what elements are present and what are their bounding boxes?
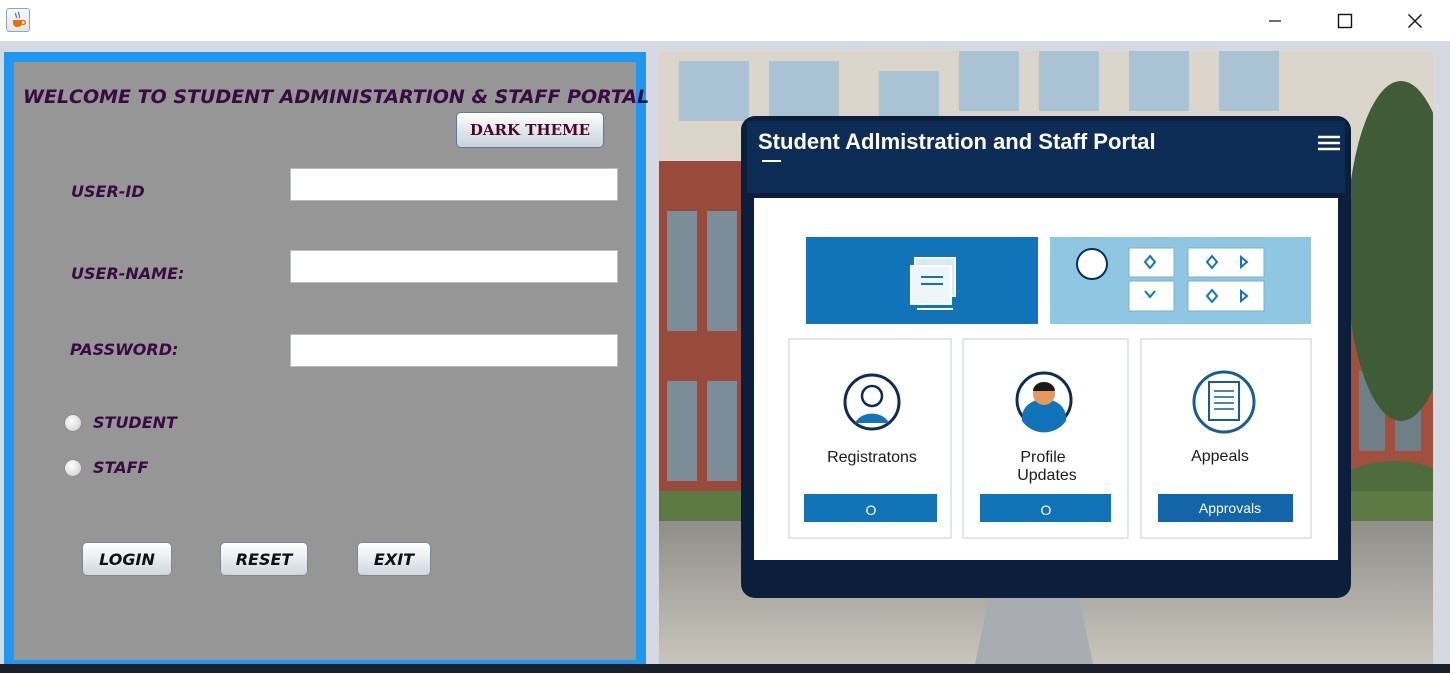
- background-strip: [0, 664, 1450, 673]
- portal-title-text: Student Adlmistration and Staff Portal: [758, 129, 1156, 154]
- registrations-card-label: Registratons: [827, 449, 917, 466]
- password-label: PASSWORD:: [70, 340, 179, 359]
- password-input[interactable]: [290, 334, 618, 367]
- staff-radio[interactable]: [64, 458, 82, 477]
- login-button[interactable]: LOGIN: [82, 542, 172, 576]
- campus-monitor-illustration: Student Adlmistration and Staff Portal R…: [659, 51, 1433, 664]
- profile-updates-card-label-line2: Updates: [1017, 467, 1077, 484]
- user-id-label: USER-ID: [71, 182, 145, 201]
- dark-theme-button[interactable]: DARK THEME: [456, 112, 604, 148]
- staff-radio-option[interactable]: STAFF: [64, 458, 148, 477]
- minimize-icon[interactable]: [1240, 0, 1310, 41]
- student-radio-label: STUDENT: [93, 413, 177, 432]
- login-panel: WELCOME TO STUDENT ADMINISTARTION & STAF…: [4, 52, 650, 670]
- profile-updates-card-button: O: [1041, 502, 1052, 518]
- student-radio[interactable]: [64, 413, 82, 432]
- exit-button[interactable]: EXIT: [357, 542, 431, 576]
- staff-radio-label: STAFF: [93, 458, 149, 477]
- student-radio-option[interactable]: STUDENT: [64, 413, 177, 432]
- user-name-label: USER-NAME:: [71, 264, 185, 283]
- profile-person-icon: [1015, 371, 1073, 433]
- user-id-input[interactable]: [290, 168, 618, 201]
- maximize-icon[interactable]: [1310, 0, 1380, 41]
- user-name-input[interactable]: [290, 250, 618, 283]
- document-list-icon: [1192, 370, 1256, 434]
- portal-illustration-image: Student Adlmistration and Staff Portal R…: [659, 51, 1433, 664]
- close-icon[interactable]: [1380, 0, 1450, 41]
- window-title-bar: [0, 0, 1450, 41]
- user-avatar-icon: [843, 373, 901, 431]
- java-coffee-icon: [6, 8, 30, 32]
- computer-icon: [910, 257, 956, 310]
- appeals-card-label: Appeals: [1191, 448, 1249, 465]
- reset-button[interactable]: RESET: [220, 542, 308, 576]
- welcome-heading: WELCOME TO STUDENT ADMINISTARTION & STAF…: [23, 86, 650, 108]
- registrations-card-button: O: [866, 502, 877, 518]
- profile-updates-card-label-line1: Profile: [1020, 449, 1065, 466]
- approvals-button-label: Approvals: [1199, 500, 1261, 516]
